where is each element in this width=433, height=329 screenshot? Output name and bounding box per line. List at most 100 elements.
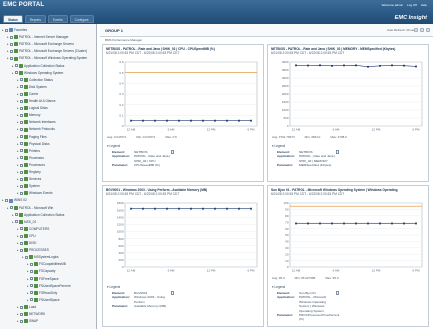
tree-checkbox[interactable] — [15, 213, 18, 217]
tree-item[interactable]: ▸ COMPUTERS — [17, 226, 49, 232]
tree-checkbox[interactable] — [10, 57, 13, 61]
tree-item[interactable]: ▸ DISK — [17, 240, 36, 246]
tree-checkbox[interactable] — [25, 255, 28, 259]
tree-checkbox[interactable] — [20, 241, 23, 245]
tree-checkbox[interactable] — [5, 28, 8, 32]
tree-checkbox[interactable] — [20, 106, 23, 110]
tree-item[interactable]: ▸ Load — [17, 304, 36, 310]
refresh-icon[interactable] — [414, 28, 418, 32]
tree-checkbox[interactable] — [20, 85, 23, 89]
tree-checkbox[interactable] — [30, 277, 33, 281]
tree-checkbox[interactable] — [10, 49, 13, 53]
tree-item[interactable]: ▸ PATROL - Microsoft Windows Operating Sy… — [7, 55, 87, 61]
tree-item[interactable]: ▸ Cache — [17, 91, 38, 97]
tree-checkbox[interactable] — [20, 234, 23, 238]
tree-item[interactable]: ▸ PATROL - Microsoft Exchange Servers (Cl… — [7, 48, 87, 54]
tree-item[interactable]: ▸ FSCcapabilitiesMB — [27, 261, 66, 267]
tree-item[interactable]: ▸ Windows Events — [17, 190, 53, 196]
auto-refresh-control[interactable]: Auto Refresh: 30 sec — [387, 28, 415, 32]
tree-item[interactable]: ▸ Memory — [17, 112, 41, 118]
document-icon[interactable] — [336, 150, 339, 154]
tree-item[interactable]: ▸ Favorites — [2, 27, 27, 33]
settings-icon[interactable] — [426, 28, 430, 32]
tree-checkbox[interactable] — [20, 142, 23, 146]
document-icon[interactable] — [336, 291, 339, 295]
tree-item[interactable]: ▸ PROCESSES — [17, 247, 49, 253]
tree-item[interactable]: ▸ PATROL - Microsoft Exchange Servers — [7, 41, 74, 47]
tree-item[interactable]: ▸ Disk System — [17, 84, 47, 90]
tree-item[interactable]: ▸ Health At A Glance — [17, 98, 56, 104]
tree-checkbox[interactable] — [30, 262, 33, 266]
tree-item[interactable]: ▸ Paging Files — [17, 134, 47, 140]
document-icon[interactable] — [171, 291, 174, 295]
tree-item[interactable]: ▸ Application Collection Status — [12, 63, 64, 69]
tree-checkbox[interactable] — [20, 113, 23, 117]
tree-item[interactable]: ▸ NETWORK — [17, 311, 45, 317]
tree-checkbox[interactable] — [20, 248, 23, 252]
tree-item[interactable]: ▸ Logical Disks — [17, 105, 48, 111]
tree-checkbox[interactable] — [20, 78, 23, 82]
tree-item[interactable]: ▸ Network Protocols — [17, 126, 55, 132]
tree-checkbox[interactable] — [20, 128, 23, 132]
tree-item[interactable]: ▸ WINS 02 — [2, 197, 27, 203]
tree-checkbox[interactable] — [5, 199, 8, 203]
tree-checkbox[interactable] — [20, 163, 23, 167]
tab-status[interactable]: Status — [3, 15, 23, 23]
tab-configure[interactable]: Configure — [69, 15, 94, 23]
document-icon[interactable] — [171, 150, 174, 154]
print-icon[interactable] — [420, 28, 424, 32]
tree-item[interactable]: ▸ MSS_02 — [12, 219, 36, 225]
tree-item[interactable]: ▸ PATROL - Microsoft Win — [7, 205, 53, 211]
tree-checkbox[interactable] — [20, 319, 23, 323]
tree-item[interactable]: ▸ PATROL - Internet Server Manager — [7, 34, 69, 40]
tree-item[interactable]: ▸ Windows Operating System — [12, 70, 63, 76]
tree-item[interactable]: ▸ FSReadOnly — [27, 290, 57, 296]
tree-checkbox[interactable] — [20, 305, 23, 309]
tree-checkbox[interactable] — [15, 71, 18, 75]
tree-item[interactable]: ▸ Processors — [17, 162, 45, 168]
help-link[interactable]: Help — [421, 3, 427, 7]
tree-checkbox[interactable] — [20, 135, 23, 139]
tree-checkbox[interactable] — [10, 206, 13, 210]
legend-toggle[interactable]: ▾ Legend — [272, 285, 285, 289]
tree-checkbox[interactable] — [20, 312, 23, 316]
tree-item[interactable]: ▸ Network Interfaces — [17, 119, 56, 125]
tab-events[interactable]: Events — [47, 15, 68, 23]
tree-item[interactable]: ▸ MSSystemLogics — [22, 254, 59, 260]
tree-checkbox[interactable] — [20, 92, 23, 96]
tree-item[interactable]: ▸ Printers — [17, 148, 40, 154]
tree-checkbox[interactable] — [20, 177, 23, 181]
tree-checkbox[interactable] — [20, 156, 23, 160]
navigation-tree[interactable]: ▸ Favorites ▸ PATROL - Internet Server Mana… — [0, 24, 97, 329]
tree-checkbox[interactable] — [10, 42, 13, 46]
tree-checkbox[interactable] — [10, 35, 13, 39]
tab-reports[interactable]: Reports — [24, 15, 46, 23]
tree-checkbox[interactable] — [20, 184, 23, 188]
tree-item[interactable]: ▸ FSCapacity — [27, 268, 55, 274]
tree-checkbox[interactable] — [20, 170, 23, 174]
tree-item[interactable]: ▸ Registry — [17, 169, 41, 175]
tree-checkbox[interactable] — [20, 227, 23, 231]
tree-item[interactable]: ▸ Physical Disks — [17, 141, 50, 147]
legend-toggle[interactable]: ▾ Legend — [107, 285, 120, 289]
tree-item[interactable]: ▸ FSFreeSpace — [27, 276, 59, 282]
tree-checkbox[interactable] — [20, 99, 23, 103]
tree-item[interactable]: ▸ CPU — [17, 233, 36, 239]
tree-checkbox[interactable] — [20, 149, 23, 153]
tree-checkbox[interactable] — [15, 220, 18, 224]
tree-item[interactable]: ▸ FSUsedSpace — [27, 297, 60, 303]
logoff-link[interactable]: Log Off — [407, 3, 417, 7]
legend-toggle[interactable]: ▾ Legend — [107, 144, 120, 148]
tree-checkbox[interactable] — [30, 270, 33, 274]
tree-checkbox[interactable] — [15, 64, 18, 68]
tree-checkbox[interactable] — [30, 291, 33, 295]
tree-item[interactable]: ▸ SWAP — [17, 318, 38, 324]
tree-checkbox[interactable] — [20, 120, 23, 124]
legend-toggle[interactable]: ▾ Legend — [272, 144, 285, 148]
tree-item[interactable]: ▸ Collection Status — [17, 77, 53, 83]
tree-checkbox[interactable] — [30, 298, 33, 302]
tree-checkbox[interactable] — [30, 284, 33, 288]
tree-item[interactable]: ▸ Processes — [17, 155, 44, 161]
tree-item[interactable]: ▸ Services — [17, 176, 41, 182]
tree-item[interactable]: ▸ FSUsedSpacePercent — [27, 283, 71, 289]
